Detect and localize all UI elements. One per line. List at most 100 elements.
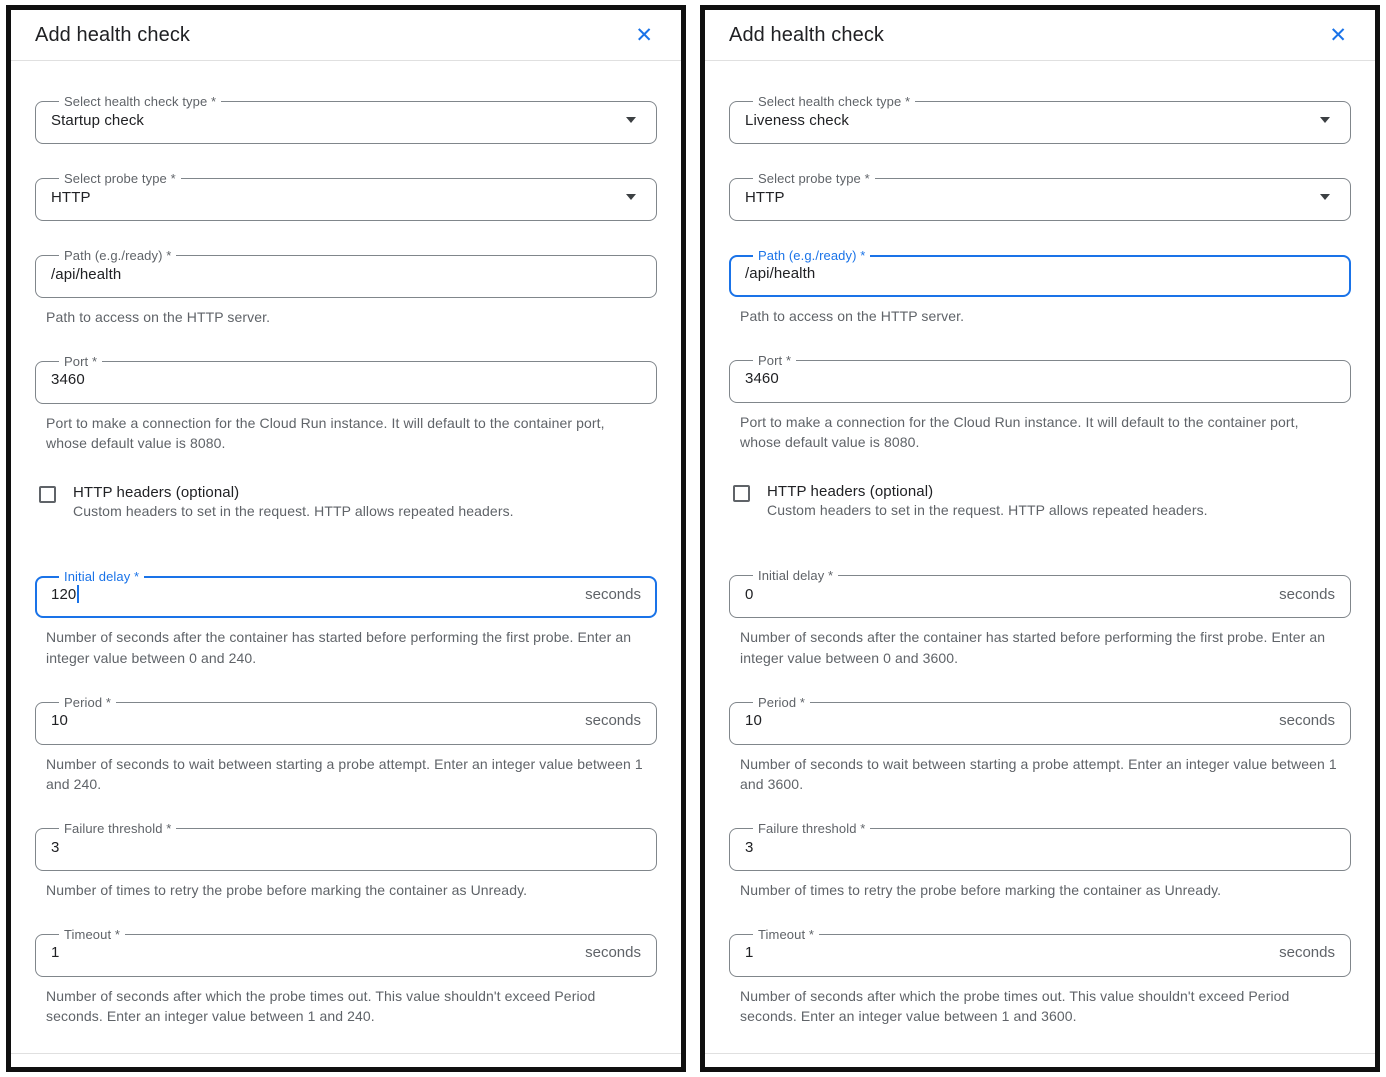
field-label: Select probe type * <box>59 171 181 186</box>
field-label: Timeout * <box>753 927 819 942</box>
field-label: Select health check type * <box>59 94 221 109</box>
field-helper: Number of times to retry the probe befor… <box>46 880 646 901</box>
field-value: 3 <box>745 839 753 856</box>
field-group-port: Port * 3460 Port to make a connection fo… <box>729 353 1351 453</box>
field-helper: Number of seconds to wait between starti… <box>46 754 646 795</box>
port-input[interactable]: Port * 3460 <box>35 354 657 404</box>
field-value: Liveness check <box>745 112 849 129</box>
field-label: Failure threshold * <box>59 821 176 836</box>
dialog-footer: Add Cancel <box>705 1053 1375 1072</box>
field-helper: Path to access on the HTTP server. <box>46 307 646 328</box>
path-input[interactable]: Path (e.g./ready) * /api/health <box>35 248 657 298</box>
field-helper: Number of times to retry the probe befor… <box>740 880 1340 901</box>
field-suffix: seconds <box>585 944 641 961</box>
field-label: Path (e.g./ready) * <box>753 248 870 263</box>
timeout-input[interactable]: Timeout * 1 seconds <box>35 927 657 977</box>
field-suffix: seconds <box>585 586 641 603</box>
http-headers-checkbox[interactable] <box>39 486 56 503</box>
field-value: Startup check <box>51 112 144 129</box>
checkbox-helper: Custom headers to set in the request. HT… <box>767 502 1208 518</box>
field-suffix: seconds <box>1279 712 1335 729</box>
field-suffix: seconds <box>1279 944 1335 961</box>
dialog-liveness-check: Add health check ✕ Select health check t… <box>700 5 1380 1072</box>
http-headers-checkbox[interactable] <box>733 485 750 502</box>
port-input[interactable]: Port * 3460 <box>729 353 1351 403</box>
field-group-period: Period * 10 seconds Number of seconds to… <box>729 695 1351 795</box>
field-helper: Number of seconds after the container ha… <box>740 627 1340 668</box>
field-value: 10 <box>745 712 762 729</box>
dialog-title: Add health check <box>35 24 190 47</box>
failure-threshold-input[interactable]: Failure threshold * 3 <box>729 821 1351 871</box>
field-label: Select probe type * <box>753 171 875 186</box>
field-helper: Number of seconds to wait between starti… <box>740 754 1340 795</box>
probe-type-select[interactable]: Select probe type * HTTP <box>35 171 657 221</box>
close-icon[interactable]: ✕ <box>631 23 657 48</box>
checkbox-label: HTTP headers (optional) <box>73 484 514 501</box>
field-group-health-check-type: Select health check type * Liveness chec… <box>729 94 1351 144</box>
field-value: 3460 <box>51 371 85 388</box>
field-group-period: Period * 10 seconds Number of seconds to… <box>35 695 657 795</box>
field-helper: Number of seconds after which the probe … <box>46 986 646 1027</box>
field-group-timeout: Timeout * 1 seconds Number of seconds af… <box>35 927 657 1027</box>
path-input[interactable]: Path (e.g./ready) * /api/health <box>729 248 1351 297</box>
http-headers-checkbox-group: HTTP headers (optional) Custom headers t… <box>733 483 1351 518</box>
checkbox-label: HTTP headers (optional) <box>767 483 1208 500</box>
field-group-health-check-type: Select health check type * Startup check <box>35 94 657 144</box>
add-button[interactable]: Add <box>35 1071 100 1072</box>
field-label: Initial delay * <box>753 568 838 583</box>
field-value: 10 <box>51 712 68 729</box>
field-suffix: seconds <box>585 712 641 729</box>
field-value: 1 <box>51 944 59 961</box>
dropdown-arrow-icon <box>626 194 636 200</box>
field-group-path: Path (e.g./ready) * /api/health Path to … <box>35 248 657 328</box>
dialog-header: Add health check ✕ <box>11 10 681 60</box>
probe-type-select[interactable]: Select probe type * HTTP <box>729 171 1351 221</box>
field-label: Path (e.g./ready) * <box>59 248 176 263</box>
field-helper: Number of seconds after the container ha… <box>46 627 646 668</box>
field-group-path: Path (e.g./ready) * /api/health Path to … <box>729 248 1351 327</box>
field-group-probe-type: Select probe type * HTTP <box>729 171 1351 221</box>
field-group-port: Port * 3460 Port to make a connection fo… <box>35 354 657 454</box>
dialog-body: Select health check type * Startup check… <box>11 61 681 1053</box>
field-label: Period * <box>59 695 116 710</box>
field-label: Failure threshold * <box>753 821 870 836</box>
field-value: /api/health <box>745 265 815 282</box>
period-input[interactable]: Period * 10 seconds <box>35 695 657 745</box>
field-value: 1 <box>745 944 753 961</box>
field-group-probe-type: Select probe type * HTTP <box>35 171 657 221</box>
field-value: 3 <box>51 839 59 856</box>
field-value: /api/health <box>51 266 121 283</box>
field-value: HTTP <box>745 189 785 206</box>
field-group-failure-threshold: Failure threshold * 3 Number of times to… <box>729 821 1351 901</box>
field-label: Port * <box>59 354 102 369</box>
field-group-failure-threshold: Failure threshold * 3 Number of times to… <box>35 821 657 901</box>
initial-delay-input[interactable]: Initial delay * 0 seconds <box>729 568 1351 618</box>
field-label: Select health check type * <box>753 94 915 109</box>
field-helper: Number of seconds after which the probe … <box>740 986 1340 1027</box>
field-value: 120 <box>51 586 76 603</box>
text-cursor <box>77 585 79 603</box>
health-check-type-select[interactable]: Select health check type * Liveness chec… <box>729 94 1351 144</box>
dropdown-arrow-icon <box>1320 117 1330 123</box>
field-group-initial-delay: Initial delay * 0 seconds Number of seco… <box>729 568 1351 668</box>
initial-delay-input[interactable]: Initial delay * 120 seconds <box>35 569 657 618</box>
timeout-input[interactable]: Timeout * 1 seconds <box>729 927 1351 977</box>
period-input[interactable]: Period * 10 seconds <box>729 695 1351 745</box>
failure-threshold-input[interactable]: Failure threshold * 3 <box>35 821 657 871</box>
field-value: 3460 <box>745 370 779 387</box>
field-helper: Port to make a connection for the Cloud … <box>740 412 1340 453</box>
add-button[interactable]: Add <box>729 1071 794 1072</box>
dialog-body: Select health check type * Liveness chec… <box>705 61 1375 1053</box>
field-helper: Port to make a connection for the Cloud … <box>46 413 646 454</box>
field-label: Timeout * <box>59 927 125 942</box>
field-label: Period * <box>753 695 810 710</box>
health-check-type-select[interactable]: Select health check type * Startup check <box>35 94 657 144</box>
http-headers-checkbox-group: HTTP headers (optional) Custom headers t… <box>39 484 657 519</box>
close-icon[interactable]: ✕ <box>1325 23 1351 48</box>
dialog-header: Add health check ✕ <box>705 10 1375 60</box>
field-label: Port * <box>753 353 796 368</box>
dropdown-arrow-icon <box>626 117 636 123</box>
dialog-footer: Add Cancel <box>11 1053 681 1072</box>
field-label: Initial delay * <box>59 569 144 584</box>
field-group-timeout: Timeout * 1 seconds Number of seconds af… <box>729 927 1351 1027</box>
